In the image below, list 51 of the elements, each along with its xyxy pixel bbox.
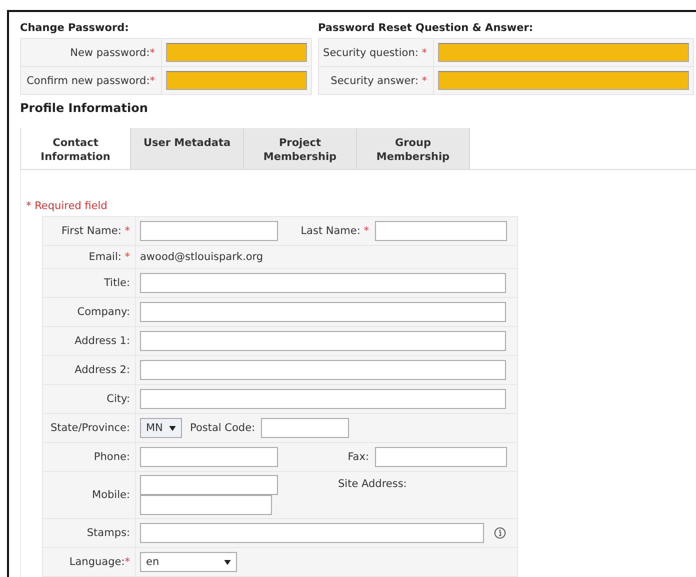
tab[interactable]: Group Membership	[357, 128, 470, 169]
input-field[interactable]	[140, 273, 506, 293]
password-field[interactable]	[166, 71, 307, 90]
language-dropdown[interactable]: en	[140, 552, 237, 572]
section-heading: Profile Information	[20, 101, 149, 117]
input-field[interactable]	[140, 475, 278, 495]
field-label: Address 2:	[74, 364, 130, 376]
info-icon[interactable]	[494, 527, 506, 539]
input-field[interactable]	[140, 360, 506, 380]
field-label: Last Name: *	[300, 225, 369, 237]
field-label: Site Address:	[338, 478, 407, 490]
field-label: Security question: *	[323, 46, 427, 58]
field-label: First Name: *	[61, 225, 130, 237]
state-dropdown[interactable]: MN	[140, 418, 182, 438]
field-label: Phone:	[94, 451, 130, 463]
input-field[interactable]	[140, 523, 484, 543]
caret-icon	[224, 560, 231, 564]
tab[interactable]: Contact Information	[20, 128, 131, 169]
field-label: Language:*	[69, 556, 130, 568]
tab[interactable]: Project Membership	[244, 128, 357, 169]
field-label: Address 1:	[74, 335, 130, 347]
field-label: Security answer: *	[330, 74, 427, 86]
input-field[interactable]	[140, 495, 272, 515]
field-label: City:	[106, 393, 130, 405]
password-field[interactable]	[438, 43, 689, 62]
required-note: * Required field	[26, 200, 108, 213]
input-field[interactable]	[140, 302, 506, 322]
tab[interactable]: User Metadata	[131, 128, 244, 169]
input-field[interactable]	[375, 447, 507, 467]
field-label: Company:	[77, 306, 130, 318]
field-label: Postal Code:	[190, 422, 256, 434]
password-field[interactable]	[166, 43, 307, 62]
field-label: Email: *	[88, 251, 130, 263]
password-field[interactable]	[438, 71, 689, 90]
field-label: State/Province:	[50, 422, 130, 434]
field-label: Stamps:	[86, 527, 130, 539]
section-heading: Change Password:	[20, 22, 130, 36]
email-value: awood@stlouispark.org	[140, 251, 264, 263]
field-label: New password:*	[70, 46, 155, 58]
field-label: Fax:	[348, 451, 369, 463]
field-label: Title:	[104, 277, 130, 289]
input-field[interactable]	[140, 447, 278, 467]
section-heading: Password Reset Question & Answer:	[318, 22, 534, 36]
caret-icon	[169, 426, 176, 430]
field-label: Confirm new password:*	[26, 74, 155, 86]
input-field[interactable]	[140, 331, 506, 351]
input-field[interactable]	[140, 389, 506, 409]
input-field[interactable]	[375, 221, 507, 241]
field-label: Mobile:	[92, 489, 130, 501]
input-field[interactable]	[140, 221, 278, 241]
input-field[interactable]	[261, 418, 350, 438]
